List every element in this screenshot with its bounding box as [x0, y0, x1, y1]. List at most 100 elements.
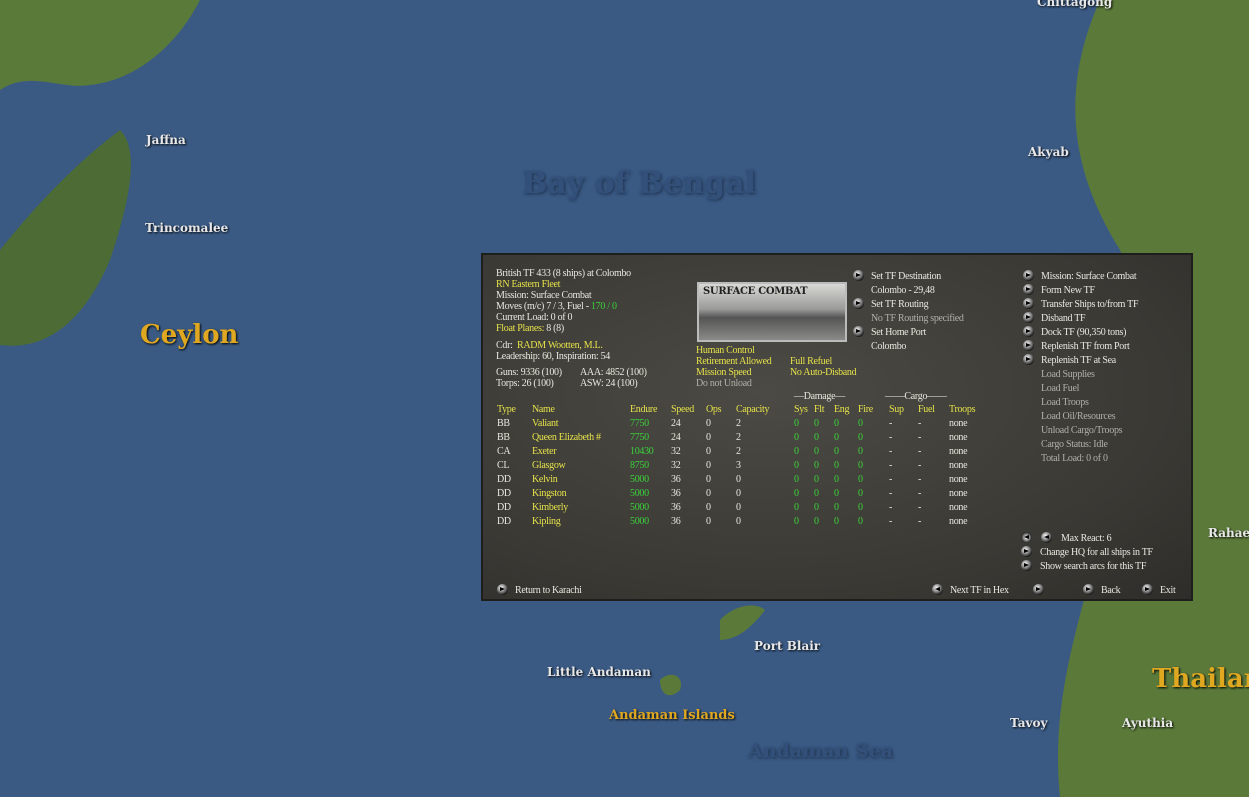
map-label-rahaeng: Rahaen [1208, 526, 1249, 540]
column-header: Flt [814, 403, 825, 415]
action-item[interactable]: Replenish TF from Port [1041, 341, 1130, 352]
action-button-icon[interactable] [1023, 312, 1034, 323]
cargo-action-item[interactable]: Load Oil/Resources [1041, 411, 1116, 422]
table-cell: 0 [794, 445, 799, 457]
table-row[interactable]: DD Kipling 5000 36 0 0 0 0 0 0 - - none [497, 514, 989, 528]
cdr-name[interactable]: RADM Wootten, M.L. [517, 340, 603, 351]
change-hq-button-icon[interactable] [1021, 546, 1032, 557]
exit-button-icon[interactable] [1142, 584, 1153, 595]
human-control-toggle[interactable]: Human Control [696, 345, 755, 356]
action-item[interactable]: Mission: Surface Combat [1041, 271, 1137, 282]
map-label-chittagong: Chittagong [1037, 0, 1113, 9]
table-cell: DD [497, 487, 511, 499]
set-routing-label[interactable]: Set TF Routing [871, 299, 929, 310]
table-cell: 5000 [630, 487, 649, 499]
auto-disband-toggle[interactable]: No Auto-Disband [790, 367, 857, 378]
table-cell: BB [497, 417, 510, 429]
table-cell: - [918, 431, 922, 443]
action-button-icon[interactable] [1023, 326, 1034, 337]
table-cell: CA [497, 445, 511, 457]
action-item[interactable]: Transfer Ships to/from TF [1041, 299, 1139, 310]
column-header: Troops [949, 403, 976, 415]
table-cell: 36 [671, 515, 681, 527]
action-item[interactable]: Form New TF [1041, 285, 1095, 296]
table-cell: - [918, 445, 922, 457]
map-label-ceylon: Ceylon [140, 320, 239, 350]
back-button-icon[interactable] [1083, 584, 1094, 595]
table-cell[interactable]: Glasgow [532, 458, 630, 472]
table-cell: 0 [814, 487, 819, 499]
table-cell[interactable]: Valiant [532, 416, 630, 430]
action-button-icon[interactable] [1023, 354, 1034, 365]
table-cell: 2 [736, 431, 741, 443]
table-cell: 0 [834, 487, 839, 499]
action-item[interactable]: Dock TF (90,350 tons) [1041, 327, 1126, 338]
table-cell: 0 [706, 417, 711, 429]
action-button-icon[interactable] [1023, 298, 1034, 309]
cdr-label: Cdr: [496, 340, 513, 351]
table-cell: DD [497, 501, 511, 513]
set-home-port-button-icon[interactable] [853, 326, 864, 337]
set-destination-label[interactable]: Set TF Destination [871, 271, 941, 282]
table-row[interactable]: CA Exeter 10430 32 0 2 0 0 0 0 - - none [497, 444, 989, 458]
action-item[interactable]: Disband TF [1041, 313, 1086, 324]
table-cell: 0 [814, 459, 819, 471]
action-button-icon[interactable] [1023, 284, 1034, 295]
cargo-action-item[interactable]: Load Fuel [1041, 383, 1079, 394]
table-cell[interactable]: Kipling [532, 514, 630, 528]
cargo-action-item[interactable]: Load Troops [1041, 397, 1089, 408]
table-row[interactable]: DD Kelvin 5000 36 0 0 0 0 0 0 - - none [497, 472, 989, 486]
tf-load: Current Load: 0 of 0 [496, 312, 573, 323]
table-cell[interactable]: Kimberly [532, 500, 630, 514]
back-button[interactable]: Back [1101, 585, 1121, 596]
react-decrease-fast-button[interactable] [1021, 532, 1032, 543]
table-row[interactable]: DD Kingston 5000 36 0 0 0 0 0 0 - - none [497, 486, 989, 500]
retirement-toggle[interactable]: Retirement Allowed [696, 356, 772, 367]
refuel-toggle[interactable]: Full Refuel [790, 356, 832, 367]
table-row[interactable]: BB Valiant 7750 24 0 2 0 0 0 0 - - none [497, 416, 989, 430]
table-cell[interactable]: Kingston [532, 486, 630, 500]
return-button-icon[interactable] [497, 584, 508, 595]
action-item[interactable]: Replenish TF at Sea [1041, 355, 1116, 366]
fuel-value: 170 / 0 [590, 301, 617, 312]
map-label-thailand: Thailan [1152, 664, 1249, 694]
table-row[interactable]: DD Kimberly 5000 36 0 0 0 0 0 0 - - none [497, 500, 989, 514]
set-routing-button-icon[interactable] [853, 298, 864, 309]
table-cell: 5000 [630, 515, 649, 527]
set-home-port-label[interactable]: Set Home Port [871, 327, 926, 338]
unload-toggle[interactable]: Do not Unload [696, 378, 752, 389]
land-ceylon [0, 130, 131, 346]
mission-speed-toggle[interactable]: Mission Speed [696, 367, 752, 378]
return-to-karachi-label[interactable]: Return to Karachi [515, 585, 582, 596]
table-cell[interactable]: Queen Elizabeth # [532, 430, 630, 444]
table-cell: 36 [671, 487, 681, 499]
tf-guns: Guns: 9336 (100) [496, 367, 562, 378]
action-button-icon[interactable] [1023, 270, 1034, 281]
exit-button[interactable]: Exit [1160, 585, 1176, 596]
next-tf-button[interactable] [1033, 584, 1044, 595]
prev-tf-button[interactable] [932, 584, 943, 595]
table-cell: none [949, 445, 968, 457]
table-cell: - [889, 487, 893, 499]
table-row[interactable]: CL Glasgow 8750 32 0 3 0 0 0 0 - - none [497, 458, 989, 472]
change-hq-label[interactable]: Change HQ for all ships in TF [1040, 547, 1153, 558]
table-cell[interactable]: Kelvin [532, 472, 630, 486]
column-header: Eng [834, 403, 850, 415]
react-decrease-button[interactable] [1041, 532, 1052, 543]
float-planes-value: 8 (8) [546, 323, 564, 334]
table-row[interactable]: BB Queen Elizabeth #7750 24 0 2 0 0 0 0 - - none [497, 430, 989, 444]
cargo-action-item[interactable]: Load Supplies [1041, 369, 1095, 380]
search-arcs-label[interactable]: Show search arcs for this TF [1040, 561, 1146, 572]
set-destination-button-icon[interactable] [853, 270, 864, 281]
table-cell: 0 [794, 417, 799, 429]
table-cell: 0 [794, 515, 799, 527]
cargo-action-item[interactable]: Unload Cargo/Troops [1041, 425, 1123, 436]
float-planes-label[interactable]: Float Planes: [496, 323, 546, 334]
table-cell[interactable]: Exeter [532, 444, 630, 458]
table-cell: 0 [858, 459, 863, 471]
search-arcs-button-icon[interactable] [1021, 560, 1032, 571]
table-cell: - [889, 417, 893, 429]
table-cell: 0 [706, 431, 711, 443]
action-button-icon[interactable] [1023, 340, 1034, 351]
tf-fleet[interactable]: RN Eastern Fleet [496, 279, 560, 290]
